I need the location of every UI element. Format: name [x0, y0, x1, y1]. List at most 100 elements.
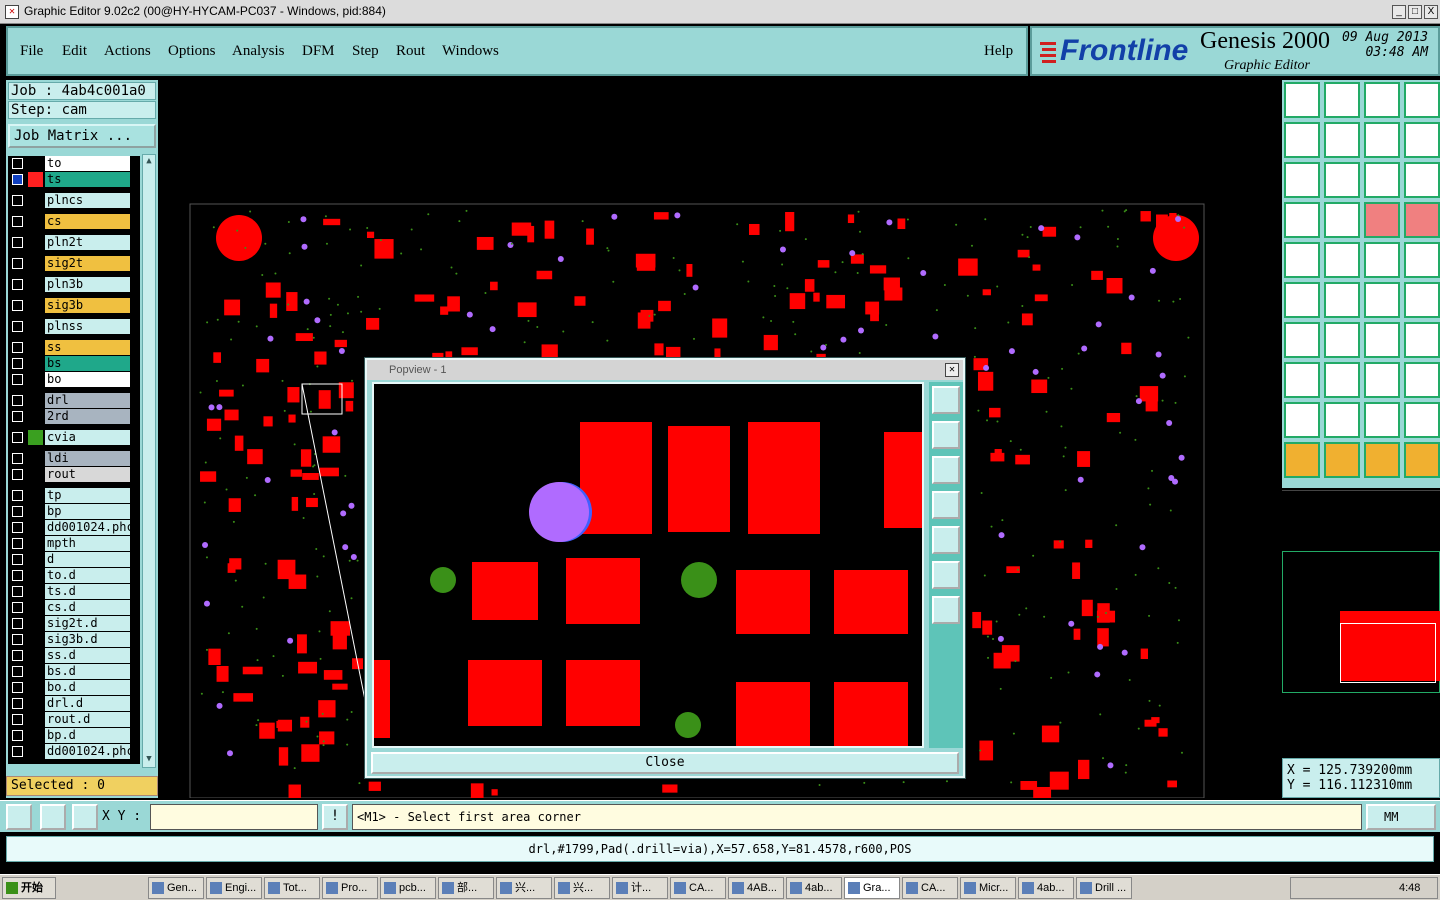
- snap-icon[interactable]: [1364, 202, 1400, 238]
- layer-color-swatch[interactable]: [28, 744, 43, 759]
- layer-checkbox[interactable]: [12, 411, 23, 422]
- close-window-button[interactable]: X: [1424, 5, 1438, 19]
- snap-alt-icon[interactable]: [1404, 202, 1440, 238]
- layer-color-swatch[interactable]: [28, 451, 43, 466]
- move-icon[interactable]: [1364, 282, 1400, 318]
- menu-actions[interactable]: Actions: [104, 43, 151, 60]
- pointer-multi-icon[interactable]: [1404, 442, 1440, 478]
- layer-row[interactable]: mpth: [8, 536, 140, 551]
- menu-edit[interactable]: Edit: [62, 43, 87, 60]
- fit-icon[interactable]: [1284, 162, 1320, 198]
- layer-checkbox[interactable]: [12, 395, 23, 406]
- maximize-button[interactable]: □: [1408, 5, 1422, 19]
- layer-checkbox[interactable]: [12, 618, 23, 629]
- menu-file[interactable]: File: [20, 43, 43, 60]
- layer-row[interactable]: plnss: [8, 319, 140, 334]
- center-icon[interactable]: [1324, 162, 1360, 198]
- start-button[interactable]: 开始: [2, 877, 56, 899]
- layer-checkbox[interactable]: [12, 300, 23, 311]
- layer-checkbox[interactable]: [12, 570, 23, 581]
- layer-color-swatch[interactable]: [28, 584, 43, 599]
- taskbar-item[interactable]: 4AB...: [728, 877, 784, 899]
- pan-right-icon[interactable]: [1324, 122, 1360, 158]
- select-icon[interactable]: [1364, 402, 1400, 438]
- layer-row[interactable]: ss⬋: [8, 340, 140, 355]
- taskbar-item[interactable]: Gra...: [844, 877, 900, 899]
- layer-checkbox[interactable]: [12, 432, 23, 443]
- menu-analysis[interactable]: Analysis: [232, 43, 285, 60]
- layer-color-swatch[interactable]: [28, 193, 43, 208]
- taskbar-item[interactable]: Drill ...: [1076, 877, 1132, 899]
- layer-color-swatch[interactable]: [28, 696, 43, 711]
- layer-color-swatch[interactable]: [28, 319, 43, 334]
- layer-row[interactable]: bo⬋: [8, 372, 140, 387]
- layer-row[interactable]: bp.d: [8, 728, 140, 743]
- layer-row[interactable]: ss.d⬋: [8, 648, 140, 663]
- layer-checkbox[interactable]: [12, 374, 23, 385]
- taskbar-item[interactable]: Tot...: [264, 877, 320, 899]
- layer-row[interactable]: sig2t.d⬋: [8, 616, 140, 631]
- cross-icon[interactable]: [1324, 282, 1360, 318]
- layer-color-swatch[interactable]: [28, 504, 43, 519]
- layer-row[interactable]: to.d⬋: [8, 568, 140, 583]
- taskbar-item[interactable]: pcb...: [380, 877, 436, 899]
- overview-map[interactable]: [1282, 490, 1440, 756]
- layer-row[interactable]: dd001024.phc: [8, 744, 140, 759]
- layer-row[interactable]: to⬋: [8, 156, 140, 171]
- layer-row[interactable]: d: [8, 552, 140, 567]
- layer-row[interactable]: ldi: [8, 451, 140, 466]
- layer-checkbox[interactable]: [12, 506, 23, 517]
- layer-checkbox[interactable]: [12, 469, 23, 480]
- layer-row[interactable]: cvia: [8, 430, 140, 445]
- layer-checkbox[interactable]: [12, 258, 23, 269]
- layer-row[interactable]: 2rd: [8, 409, 140, 424]
- layer-color-swatch[interactable]: [28, 664, 43, 679]
- pointer-box-icon[interactable]: [1324, 442, 1360, 478]
- layer-row[interactable]: sig2t⬋: [8, 256, 140, 271]
- layer-row[interactable]: cs.d⬋: [8, 600, 140, 615]
- zoom-window-icon[interactable]: [1364, 82, 1400, 118]
- layer-checkbox[interactable]: [12, 586, 23, 597]
- taskbar-item[interactable]: CA...: [670, 877, 726, 899]
- minimize-button[interactable]: _: [1392, 5, 1406, 19]
- angle-icon[interactable]: [1284, 322, 1320, 358]
- pointer-lasso-icon[interactable]: [1364, 442, 1400, 478]
- layer-checkbox[interactable]: [12, 279, 23, 290]
- layer-color-swatch[interactable]: [28, 520, 43, 535]
- minus-icon[interactable]: [1324, 362, 1360, 398]
- pv-center-icon[interactable]: [932, 596, 960, 624]
- units-selector[interactable]: MM: [1366, 804, 1436, 830]
- taskbar-item[interactable]: 兴...: [496, 877, 552, 899]
- menu-windows[interactable]: Windows: [442, 43, 499, 60]
- pv-fit-icon[interactable]: [932, 561, 960, 589]
- menu-rout[interactable]: Rout: [396, 43, 425, 60]
- taskbar-item[interactable]: 兴...: [554, 877, 610, 899]
- layer-checkbox[interactable]: [12, 682, 23, 693]
- window-title-bar[interactable]: ✕ Graphic Editor 9.02c2 (00@HY-HYCAM-PC0…: [0, 0, 1440, 24]
- layer-checkbox[interactable]: [12, 342, 23, 353]
- taskbar-item[interactable]: Micr...: [960, 877, 1016, 899]
- layer-row[interactable]: pln3b: [8, 277, 140, 292]
- pad-icon[interactable]: [1404, 242, 1440, 278]
- layer-color-swatch[interactable]: [28, 298, 43, 313]
- popview-close-icon[interactable]: ✕: [945, 363, 959, 377]
- layer-color-swatch[interactable]: [28, 536, 43, 551]
- layer-color-swatch[interactable]: [28, 235, 43, 250]
- layer-checkbox[interactable]: [12, 666, 23, 677]
- snap-mode-icon[interactable]: [6, 804, 32, 830]
- layer-checkbox[interactable]: [12, 237, 23, 248]
- connect-icon[interactable]: [1284, 282, 1320, 318]
- layer-checkbox[interactable]: [12, 730, 23, 741]
- warn-icon[interactable]: [1324, 402, 1360, 438]
- taskbar-item[interactable]: 计...: [612, 877, 668, 899]
- group-icon[interactable]: [1404, 362, 1440, 398]
- zoom-out-icon[interactable]: [1324, 82, 1360, 118]
- layer-color-swatch[interactable]: [28, 156, 43, 171]
- layer-checkbox[interactable]: [12, 714, 23, 725]
- layer-checkbox[interactable]: [12, 490, 23, 501]
- layer-row[interactable]: plncs: [8, 193, 140, 208]
- taskbar-item[interactable]: Engi...: [206, 877, 262, 899]
- taskbar-item[interactable]: 4ab...: [1018, 877, 1074, 899]
- info-icon[interactable]: !: [322, 804, 348, 830]
- grid-icon[interactable]: [1324, 202, 1360, 238]
